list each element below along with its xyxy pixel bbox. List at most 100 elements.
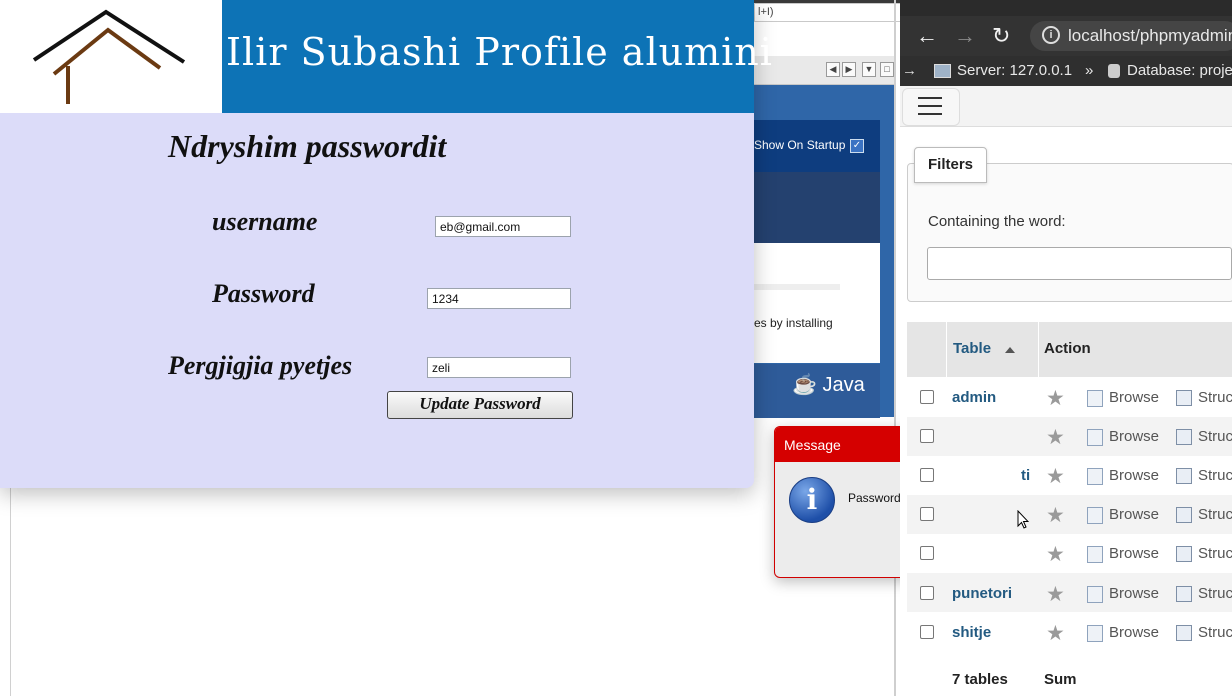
change-password-window: Ilir Subashi Profile alumini Ndryshim pa… [0,0,772,488]
row-checkbox[interactable] [920,586,934,600]
reload-icon[interactable]: ↻ [992,23,1010,49]
column-header-table[interactable]: Table [953,340,991,357]
browse-link[interactable]: Browse [1109,585,1159,602]
browse-icon[interactable] [1087,390,1103,407]
browse-link[interactable]: Browse [1109,428,1159,445]
ide-search-field[interactable]: l+I) [754,3,901,22]
row-checkbox[interactable] [920,546,934,560]
structure-icon[interactable] [1176,390,1192,406]
breadcrumb-server[interactable]: Server: 127.0.0.1 [957,62,1072,79]
browse-link[interactable]: Browse [1109,389,1159,406]
sort-ascending-icon[interactable] [1005,347,1015,353]
password-label: Password [212,279,315,308]
start-page-content [754,243,880,363]
row-checkbox[interactable] [920,625,934,639]
table-name-link[interactable]: ti [1021,467,1030,484]
app-title: Ilir Subashi Profile alumini [226,30,773,74]
browse-link[interactable]: Browse [1109,545,1159,562]
house-logo-icon [32,9,186,104]
forward-icon[interactable]: → [954,23,976,49]
dialog-title: Message [784,437,841,453]
start-page-banner [754,172,880,243]
structure-icon[interactable] [1176,586,1192,602]
row-checkbox[interactable] [920,468,934,482]
browse-icon[interactable] [1087,429,1103,446]
filter-label: Containing the word: [928,213,1066,230]
show-on-startup-label: Show On Startup [754,138,846,152]
info-icon: i [789,477,835,523]
column-divider [946,322,947,377]
browse-icon[interactable] [1087,507,1103,524]
structure-icon[interactable] [1176,625,1192,641]
tab-scroll-left-icon[interactable]: ◀ [826,62,840,77]
structure-icon[interactable] [1176,546,1192,562]
row-checkbox[interactable] [920,429,934,443]
favorite-star-icon[interactable]: ★ [1046,388,1065,409]
favorite-star-icon[interactable]: ★ [1046,505,1065,526]
favorite-star-icon[interactable]: ★ [1046,623,1065,644]
java-logo-text: Java [822,374,865,396]
site-info-icon[interactable]: i [1042,26,1060,44]
table-count: 7 tables [952,671,1008,688]
structure-link[interactable]: Struc [1198,585,1232,602]
table-name-link[interactable]: shitje [952,624,991,641]
username-label: username [212,207,318,236]
structure-link[interactable]: Struc [1198,467,1232,484]
table-name-link[interactable]: punetori [952,585,1012,602]
mouse-pointer-icon [1017,509,1030,535]
tab-list-icon[interactable]: ▼ [862,62,876,77]
favorite-star-icon[interactable]: ★ [1046,427,1065,448]
structure-icon[interactable] [1176,507,1192,523]
browse-icon[interactable] [1087,625,1103,642]
structure-link[interactable]: Struc [1198,389,1232,406]
browse-icon[interactable] [1087,546,1103,563]
security-answer-label: Pergjigjia pyetjes [168,351,353,380]
security-answer-field[interactable] [427,357,571,378]
logo-area [0,0,222,113]
breadcrumb-separator: » [1085,62,1094,79]
password-field[interactable] [427,288,571,309]
breadcrumb-database[interactable]: Database: proje [1127,62,1232,79]
favorite-star-icon[interactable]: ★ [1046,584,1065,605]
hamburger-icon [918,105,942,107]
browse-link[interactable]: Browse [1109,624,1159,641]
structure-link[interactable]: Struc [1198,624,1232,641]
show-on-startup-checkbox[interactable]: ✓ [850,139,864,153]
sum-label: Sum [1044,671,1077,688]
browser-tab-bar [900,0,1232,16]
browse-link[interactable]: Browse [1109,506,1159,523]
form-title: Ndryshim passwordit [168,128,447,164]
tab-scroll-right-icon[interactable]: ▶ [842,62,856,77]
browse-icon[interactable] [1087,586,1103,603]
structure-icon[interactable] [1176,429,1192,445]
database-icon [1108,64,1120,78]
favorite-star-icon[interactable]: ★ [1046,544,1065,565]
browse-link[interactable]: Browse [1109,467,1159,484]
filters-panel [907,163,1232,302]
ide-divider [894,0,896,696]
hamburger-menu-button[interactable] [902,88,960,126]
ide-divider [10,488,11,696]
favorite-star-icon[interactable]: ★ [1046,466,1065,487]
column-divider [1038,322,1039,377]
username-field[interactable] [435,216,571,237]
start-page-divider [754,284,840,290]
browse-icon[interactable] [1087,468,1103,485]
java-logo: ☕ Java [792,374,865,396]
structure-link[interactable]: Struc [1198,506,1232,523]
url-text[interactable]: localhost/phpmyadmin [1068,26,1232,46]
back-icon[interactable]: ← [916,23,938,49]
maximize-icon[interactable]: □ [880,62,894,77]
table-name-link[interactable]: admin [952,389,996,406]
row-checkbox[interactable] [920,507,934,521]
collapse-arrow-icon[interactable]: → [902,62,917,79]
filter-input[interactable] [927,247,1232,280]
row-checkbox[interactable] [920,390,934,404]
structure-icon[interactable] [1176,468,1192,484]
hamburger-icon [918,113,942,115]
structure-link[interactable]: Struc [1198,545,1232,562]
server-icon [934,64,951,78]
update-password-button[interactable]: Update Password [387,391,573,419]
structure-link[interactable]: Struc [1198,428,1232,445]
column-header-action: Action [1044,340,1091,357]
